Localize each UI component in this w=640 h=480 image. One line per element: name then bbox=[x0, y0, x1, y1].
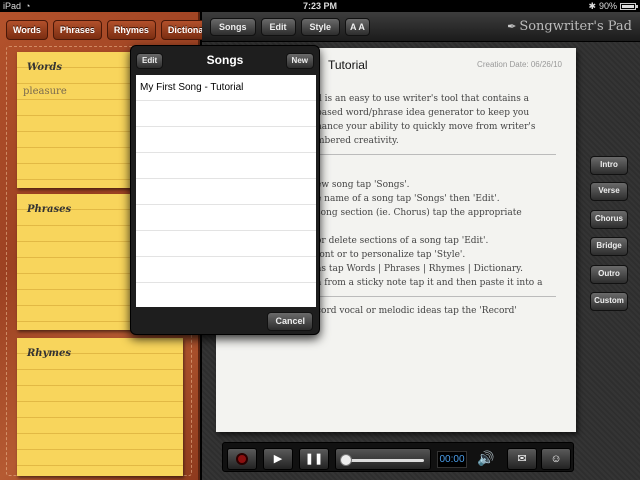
empty-row bbox=[136, 231, 316, 257]
creation-date: Creation Date: 06/26/10 bbox=[477, 60, 562, 69]
text-line: song section (ie. Chorus) tap the approp… bbox=[316, 208, 522, 218]
empty-row bbox=[136, 127, 316, 153]
tab-phrases[interactable]: Phrases bbox=[52, 20, 102, 40]
record-button[interactable] bbox=[227, 448, 257, 470]
clock: 7:23 PM bbox=[302, 1, 337, 11]
empty-row bbox=[136, 179, 316, 205]
pen-icon: ✒ bbox=[507, 20, 517, 33]
audio-player: ▶ ❚❚ 00:00 🔊 ✉ ☺ bbox=[222, 442, 574, 472]
record-icon bbox=[236, 453, 248, 466]
section-outro-button[interactable]: Outro bbox=[590, 265, 628, 284]
sticky-entry[interactable]: pleasure bbox=[23, 86, 67, 97]
pause-button[interactable]: ❚❚ bbox=[299, 448, 329, 470]
section-bridge-button[interactable]: Bridge bbox=[590, 237, 628, 256]
mail-icon: ✉ bbox=[517, 453, 527, 465]
playback-time: 00:00 bbox=[437, 451, 467, 468]
status-bar: iPad ◔ 7:23 PM ✱ 90% bbox=[0, 0, 640, 12]
sticky-title-words: Words bbox=[27, 62, 62, 73]
volume-icon[interactable]: 🔊 bbox=[477, 450, 494, 467]
text-line: nance your ability to quickly move from … bbox=[316, 122, 536, 132]
text-line: e name of a song tap 'Songs' then 'Edit'… bbox=[316, 194, 500, 204]
bluetooth-icon: ✱ bbox=[588, 1, 596, 11]
section-intro-button[interactable]: Intro bbox=[590, 156, 628, 175]
text-line: a from a sticky note tap it and then pas… bbox=[316, 278, 543, 288]
play-icon: ▶ bbox=[273, 453, 283, 465]
edit-button[interactable]: Edit bbox=[260, 18, 296, 36]
battery-percent: 90% bbox=[598, 1, 617, 11]
song-list-item[interactable]: My First Song - Tutorial bbox=[136, 75, 316, 101]
style-button[interactable]: Style bbox=[300, 18, 341, 36]
scrubber-track bbox=[342, 459, 424, 462]
share-contact-button[interactable]: ☺ bbox=[541, 448, 571, 470]
songs-list: My First Song - Tutorial bbox=[136, 75, 316, 307]
text-line: based word/phrase idea generator to keep… bbox=[316, 108, 530, 118]
cancel-button[interactable]: Cancel bbox=[267, 312, 313, 331]
empty-row bbox=[136, 283, 316, 307]
battery-icon bbox=[620, 2, 638, 10]
text-line: font or to personalize tap 'Style'. bbox=[316, 250, 466, 260]
top-toolbar: Songs Edit Style A A ✒ Songwriter's Pad bbox=[202, 12, 640, 42]
playback-scrubber[interactable] bbox=[335, 448, 431, 470]
songs-popover: Edit Songs New My First Song - Tutorial … bbox=[130, 45, 320, 335]
empty-row bbox=[136, 101, 316, 127]
toolbar-buttons: Songs Edit Style A A bbox=[210, 18, 370, 36]
text-line: d is an easy to use writer's tool that c… bbox=[316, 94, 530, 104]
text-line: cord vocal or melodic ideas tap the 'Rec… bbox=[316, 306, 517, 316]
email-button[interactable]: ✉ bbox=[507, 448, 537, 470]
tab-words[interactable]: Words bbox=[6, 20, 48, 40]
section-custom-button[interactable]: Custom bbox=[590, 292, 628, 311]
contact-icon: ☺ bbox=[550, 453, 562, 465]
scrubber-thumb[interactable] bbox=[340, 454, 352, 466]
sticky-title-rhymes: Rhymes bbox=[27, 348, 71, 359]
empty-row bbox=[136, 205, 316, 231]
pause-icon: ❚❚ bbox=[304, 453, 324, 465]
sticky-title-phrases: Phrases bbox=[27, 204, 72, 215]
song-title: Tutorial bbox=[328, 58, 368, 72]
songs-button[interactable]: Songs bbox=[210, 18, 256, 36]
text-line: or delete sections of a song tap 'Edit'. bbox=[316, 236, 489, 246]
app-name: Songwriter's Pad bbox=[519, 19, 632, 34]
new-song-button[interactable]: New bbox=[285, 53, 314, 69]
text-line: ew song tap 'Songs'. bbox=[316, 180, 410, 190]
font-size-button[interactable]: A A bbox=[345, 18, 370, 36]
app-logo: ✒ Songwriter's Pad bbox=[507, 19, 632, 34]
section-verse-button[interactable]: Verse bbox=[590, 182, 628, 201]
tab-rhymes[interactable]: Rhymes bbox=[106, 20, 156, 40]
status-right: ✱ 90% bbox=[588, 0, 638, 12]
empty-row bbox=[136, 153, 316, 179]
idea-tabs: Words Phrases Rhymes Dictionary bbox=[6, 20, 219, 40]
text-line: mbered creativity. bbox=[316, 136, 399, 146]
play-button[interactable]: ▶ bbox=[263, 448, 293, 470]
empty-row bbox=[136, 257, 316, 283]
sticky-note-rhymes[interactable]: Rhymes bbox=[17, 338, 183, 476]
section-chorus-button[interactable]: Chorus bbox=[590, 210, 628, 229]
text-line: as tap Words | Phrases | Rhymes | Dictio… bbox=[316, 264, 523, 274]
